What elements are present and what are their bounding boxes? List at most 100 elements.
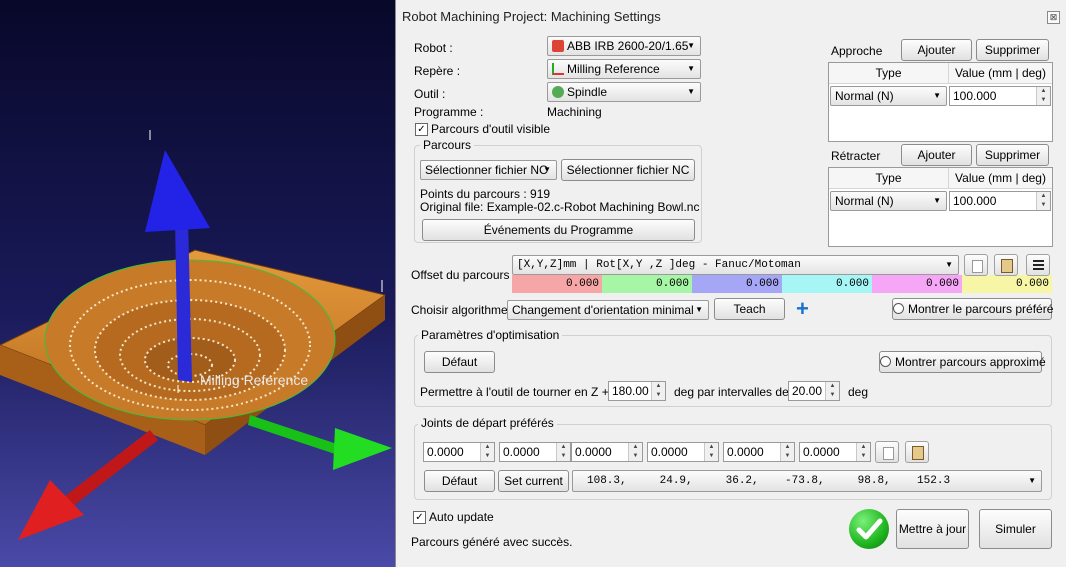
spin-arrows-icon[interactable]: ▲ ▼: [856, 443, 870, 461]
status-text: Parcours généré avec succès.: [411, 535, 573, 549]
show-approx-path-button[interactable]: Montrer parcours approximé: [879, 351, 1046, 373]
optimization-default-button[interactable]: Défaut: [424, 351, 495, 373]
joint-4-spinbox[interactable]: 0.0000 ▲ ▼: [647, 442, 719, 462]
offset-z[interactable]: 0.000: [692, 275, 782, 293]
retract-remove-button[interactable]: Supprimer: [976, 144, 1049, 166]
joints-default-button[interactable]: Défaut: [424, 470, 495, 492]
joints-title: Joints de départ préférés: [418, 416, 557, 430]
frame-value: Milling Reference: [567, 62, 660, 76]
joint-1-value: 0.0000: [427, 445, 464, 459]
offset-x[interactable]: 0.000: [512, 275, 602, 293]
approach-label: Approche: [831, 44, 883, 58]
approach-col-type: Type: [829, 63, 949, 84]
current-joints-select[interactable]: 108.3, 24.9, 36.2, -73.8, 98.8, 152.3 ▼: [572, 470, 1042, 492]
tool-value: Spindle: [567, 85, 608, 99]
retract-add-button[interactable]: Ajouter: [901, 144, 972, 166]
success-check-icon: [849, 509, 889, 549]
joint-5-value: 0.0000: [727, 445, 764, 459]
interval-value: 20.00: [792, 384, 823, 398]
spin-arrows-icon[interactable]: ▲ ▼: [628, 443, 642, 461]
robot-icon: [552, 40, 564, 52]
tool-select[interactable]: Spindle ▼: [547, 82, 701, 102]
approach-type-select[interactable]: Normal (N) ▼: [830, 86, 947, 106]
joint-6-value: 0.0000: [803, 445, 840, 459]
joint-3-spinbox[interactable]: 0.0000 ▲ ▼: [571, 442, 643, 462]
robot-select[interactable]: ABB IRB 2600-20/1.65 ▼: [547, 36, 701, 56]
nc-file-combo[interactable]: Sélectionner fichier NC ▼: [420, 160, 557, 180]
joint-3-value: 0.0000: [575, 445, 612, 459]
approach-remove-button[interactable]: Supprimer: [976, 39, 1049, 61]
offset-rx[interactable]: 0.000: [782, 275, 872, 293]
program-label: Programme :: [414, 105, 484, 119]
optimization-title: Paramètres d'optimisation: [418, 328, 563, 342]
joint-2-spinbox[interactable]: 0.0000 ▲ ▼: [499, 442, 571, 462]
spin-arrows-icon[interactable]: ▲ ▼: [480, 443, 494, 461]
offset-y[interactable]: 0.000: [602, 275, 692, 293]
retract-value-spinbox[interactable]: 100.000 ▲ ▼: [949, 191, 1051, 211]
spindle-icon: [552, 86, 564, 98]
chevron-down-icon: ▼: [933, 196, 941, 205]
interval-spinbox[interactable]: 20.00 ▲ ▼: [788, 381, 840, 401]
approach-value: 100.000: [953, 89, 997, 103]
offset-format-value: [X,Y,Z]mm | Rot[X,Y ,Z ]deg - Fanuc/Moto…: [517, 259, 801, 271]
nc-file-combo-label: Sélectionner fichier NC: [425, 163, 548, 177]
copy-icon[interactable]: [875, 441, 899, 463]
select-nc-file-button[interactable]: Sélectionner fichier NC: [561, 159, 695, 181]
spin-arrows-icon[interactable]: ▲ ▼: [780, 443, 794, 461]
spin-arrows-icon[interactable]: ▲ ▼: [1036, 192, 1050, 210]
simulate-button[interactable]: Simuler: [979, 509, 1052, 549]
approach-add-button[interactable]: Ajouter: [901, 39, 972, 61]
menu-icon[interactable]: [1026, 254, 1050, 276]
chevron-down-icon: ▼: [543, 165, 551, 174]
update-button[interactable]: Mettre à jour: [896, 509, 969, 549]
joint-2-value: 0.0000: [503, 445, 540, 459]
program-events-button[interactable]: Événements du Programme: [422, 219, 695, 241]
paste-icon[interactable]: [905, 441, 929, 463]
chevron-down-icon: ▼: [933, 91, 941, 100]
add-icon[interactable]: +: [796, 298, 809, 320]
spin-arrows-icon[interactable]: ▲ ▼: [556, 443, 570, 461]
scene-graphic: [0, 130, 392, 540]
algorithm-select[interactable]: Changement d'orientation minimal ▼: [507, 300, 709, 320]
spin-arrows-icon[interactable]: ▲ ▼: [825, 382, 839, 400]
offset-label: Offset du parcours :: [411, 268, 517, 282]
offset-ry[interactable]: 0.000: [872, 275, 962, 293]
robot-value: ABB IRB 2600-20/1.65: [567, 39, 689, 53]
spin-arrows-icon[interactable]: ▲ ▼: [1036, 87, 1050, 105]
offset-rz[interactable]: 0.000: [962, 275, 1052, 293]
retract-type-value: Normal (N): [835, 194, 894, 208]
copy-icon[interactable]: [964, 254, 988, 276]
spin-arrows-icon[interactable]: ▲ ▼: [704, 443, 718, 461]
joint-1-spinbox[interactable]: 0.0000 ▲ ▼: [423, 442, 495, 462]
chevron-down-icon: ▼: [695, 305, 703, 314]
approach-col-value: Value (mm | deg): [949, 63, 1052, 84]
teach-button[interactable]: Teach: [714, 298, 785, 320]
chevron-down-icon: ▼: [687, 41, 695, 50]
set-current-button[interactable]: Set current: [498, 470, 569, 492]
program-value: Machining: [547, 105, 602, 119]
frame-label-text: Repère :: [414, 64, 461, 78]
path-points: Points du parcours : 919: [420, 187, 551, 201]
path-group-title: Parcours: [420, 138, 475, 152]
chevron-down-icon: ▼: [1028, 476, 1036, 485]
show-approx-label: Montrer parcours approximé: [895, 355, 1046, 369]
frame-select[interactable]: Milling Reference ▼: [547, 59, 701, 79]
approach-value-spinbox[interactable]: 100.000 ▲ ▼: [949, 86, 1051, 106]
visible-path-checkbox[interactable]: ✓: [415, 123, 428, 136]
3d-viewport[interactable]: Milling Reference: [0, 0, 395, 567]
retract-col-value: Value (mm | deg): [949, 168, 1052, 189]
retract-type-select[interactable]: Normal (N) ▼: [830, 191, 947, 211]
joint-6-spinbox[interactable]: 0.0000 ▲ ▼: [799, 442, 871, 462]
tool-label: Outil :: [414, 87, 446, 101]
chevron-down-icon: ▼: [687, 64, 695, 73]
spin-arrows-icon[interactable]: ▲ ▼: [651, 382, 665, 400]
offset-format-select[interactable]: [X,Y,Z]mm | Rot[X,Y ,Z ]deg - Fanuc/Moto…: [512, 255, 959, 275]
paste-icon[interactable]: [994, 254, 1018, 276]
rotate-spinbox[interactable]: 180.00 ▲ ▼: [608, 381, 666, 401]
radio-icon: [893, 303, 904, 314]
visible-path-label: Parcours d'outil visible: [431, 122, 551, 136]
auto-update-checkbox[interactable]: ✓: [413, 511, 426, 524]
joint-5-spinbox[interactable]: 0.0000 ▲ ▼: [723, 442, 795, 462]
close-icon[interactable]: ⊠: [1047, 11, 1060, 24]
show-preferred-path-button[interactable]: Montrer le parcours préféré: [892, 298, 1053, 320]
